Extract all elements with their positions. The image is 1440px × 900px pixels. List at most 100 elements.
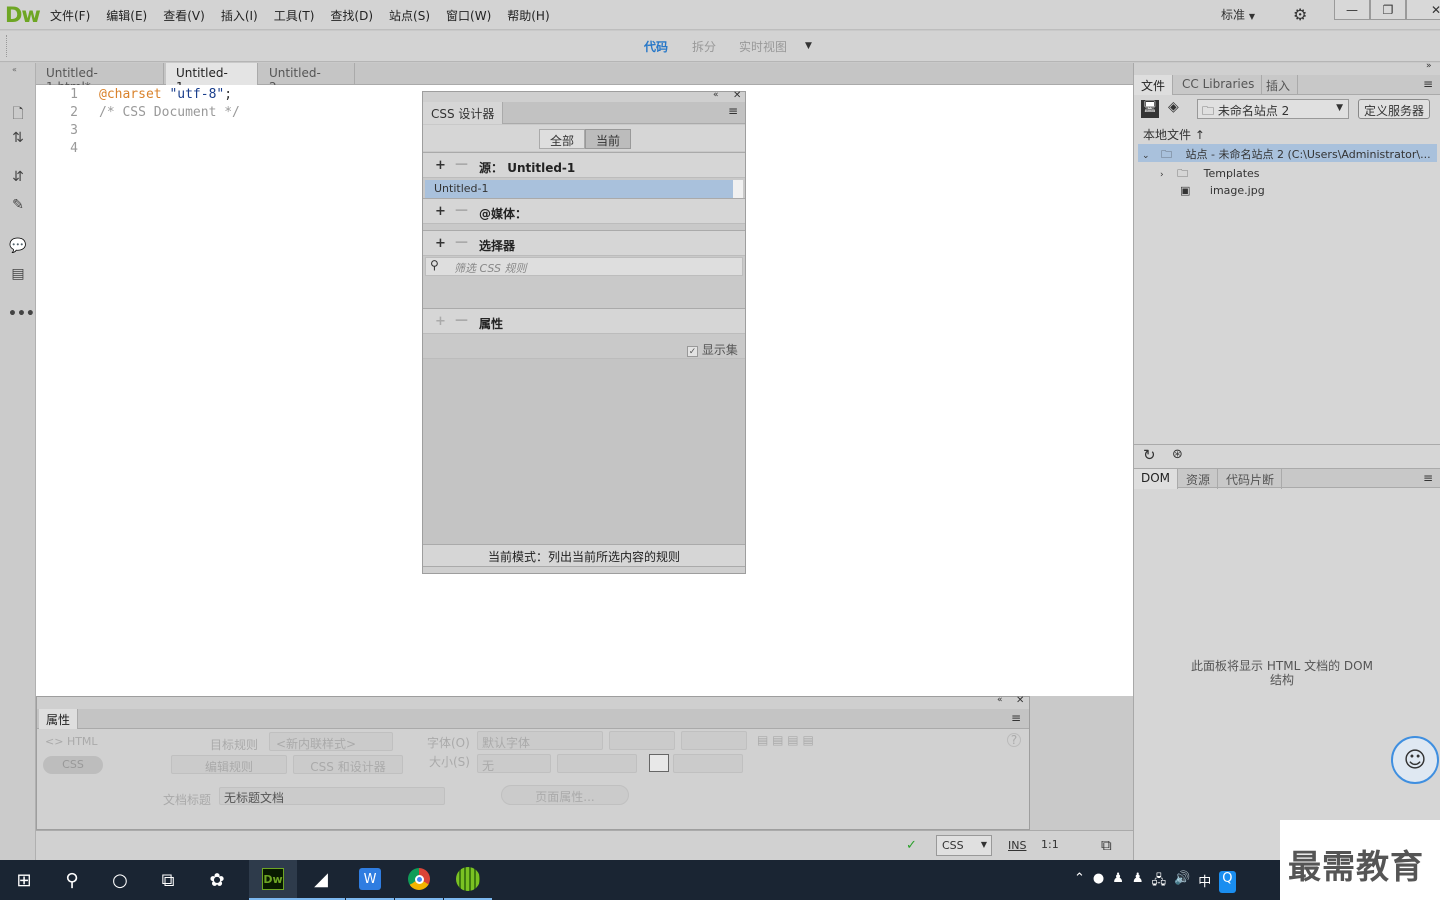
tab-snippets[interactable]: 代码片断 — [1219, 469, 1283, 489]
restore-icon[interactable]: ❐ — [1370, 0, 1406, 20]
close-icon[interactable]: ✕ — [733, 90, 741, 101]
network-icon[interactable]: 🖧 — [1152, 871, 1167, 893]
panel-menu-icon[interactable]: ≡ — [1423, 471, 1433, 485]
font-style-select[interactable] — [609, 731, 675, 750]
collapse-arrows-icon[interactable]: « — [12, 65, 17, 74]
remove-media-button[interactable]: — — [455, 203, 468, 218]
doc-tab-untitled-1-html[interactable]: Untitled-1.html*× — [36, 63, 164, 94]
remove-comment-icon[interactable]: ▤ — [8, 266, 28, 286]
add-media-button[interactable]: + — [435, 204, 446, 219]
format-code-icon[interactable]: ⇵ — [8, 169, 28, 189]
wechat-icon[interactable]: ● — [1093, 871, 1104, 893]
cortana-icon[interactable]: ○ — [96, 860, 144, 900]
language-select[interactable]: CSS ▼ — [936, 835, 992, 856]
menu-view[interactable]: 查看(V) — [155, 7, 213, 24]
chevron-down-icon[interactable]: ▼ — [805, 41, 812, 51]
search-icon[interactable]: ⚲ — [48, 860, 96, 900]
apply-comment-icon[interactable]: ✎ — [8, 197, 28, 217]
comment-icon[interactable]: 💬 — [8, 238, 28, 258]
expand-panel-icon[interactable]: ⊛ — [1172, 447, 1183, 462]
tab-insert[interactable]: 插入 — [1259, 75, 1299, 95]
add-property-button[interactable]: + — [435, 314, 446, 329]
collapse-arrows-icon[interactable]: « — [713, 90, 719, 100]
connect-icon[interactable]: 🖥 — [1141, 100, 1159, 118]
chrome-icon[interactable] — [395, 860, 443, 900]
tab-files[interactable]: 文件 — [1134, 75, 1174, 95]
refresh-icon[interactable]: ↻ — [1143, 446, 1156, 464]
view-split-button[interactable]: 拆分 — [692, 38, 716, 55]
watermelon-app-icon[interactable] — [444, 860, 492, 900]
size-select[interactable]: 无 — [477, 754, 551, 773]
collapse-arrows-icon[interactable]: « — [997, 695, 1003, 705]
remove-property-button[interactable]: — — [455, 313, 468, 328]
git-icon[interactable]: ◈ — [1168, 99, 1179, 115]
panel-menu-icon[interactable]: ≡ — [1423, 77, 1433, 91]
source-list-item[interactable]: Untitled-1 — [425, 180, 733, 198]
show-set-checkbox[interactable]: ✓ 显示集 — [687, 341, 738, 358]
scrollbar[interactable] — [733, 180, 743, 198]
show-current-button[interactable]: 当前 — [585, 129, 631, 149]
filter-rules-input[interactable]: ⚲ 筛选 CSS 规则 — [425, 257, 743, 276]
pinwheel-app-icon[interactable]: ✿ — [193, 860, 241, 900]
color-picker[interactable] — [649, 754, 669, 772]
css-mode-button[interactable]: CSS — [43, 756, 103, 774]
remove-source-button[interactable]: — — [455, 157, 468, 172]
tab-cc-libraries[interactable]: CC Libraries — [1175, 75, 1263, 95]
minimize-icon[interactable]: — — [1334, 0, 1370, 20]
edit-rule-button[interactable]: 编辑规则 — [171, 755, 287, 774]
task-view-icon[interactable]: ⧉ — [144, 860, 192, 900]
file-tree-item[interactable]: ▣ image.jpg — [1180, 184, 1265, 197]
qq-icon[interactable]: ♟ — [1112, 871, 1124, 893]
dreamweaver-taskbar-icon[interactable]: Dw — [249, 860, 297, 900]
menu-tools[interactable]: 工具(T) — [266, 7, 323, 24]
view-code-button[interactable]: 代码 — [644, 38, 668, 55]
panel-menu-icon[interactable]: ≡ — [728, 104, 738, 118]
file-tree-root[interactable]: ⌄ 🗀 站点 - 未命名站点 2 (C:\Users\Administrator… — [1138, 144, 1437, 162]
qq-browser-icon[interactable]: Q — [1219, 871, 1236, 893]
menu-find[interactable]: 查找(D) — [322, 7, 381, 24]
menu-window[interactable]: 窗口(W) — [438, 7, 499, 24]
notes-app-icon[interactable]: ◢ — [297, 860, 345, 900]
panel-menu-icon[interactable]: ≡ — [1011, 711, 1021, 725]
show-all-button[interactable]: 全部 — [539, 129, 585, 149]
file-transfer-icon[interactable]: ⇅ — [8, 130, 28, 150]
remove-selector-button[interactable]: — — [455, 235, 468, 250]
ime-indicator[interactable]: 中 — [1198, 871, 1211, 893]
file-tree-item[interactable]: › 🗀 Templates — [1160, 165, 1260, 184]
menu-edit[interactable]: 编辑(E) — [98, 7, 155, 24]
menu-insert[interactable]: 插入(I) — [213, 7, 266, 24]
live-preview-icon[interactable]: ⧉ — [1101, 836, 1112, 854]
local-files-header[interactable]: 本地文件 ↑ — [1143, 126, 1205, 143]
more-icon[interactable]: ••• — [8, 306, 35, 326]
size-unit-select[interactable] — [557, 754, 637, 773]
tab-dom[interactable]: DOM — [1134, 469, 1179, 489]
qq-icon[interactable]: ♟ — [1132, 871, 1144, 893]
wps-app-icon[interactable]: W — [346, 860, 394, 900]
menu-site[interactable]: 站点(S) — [381, 7, 438, 24]
doc-title-input[interactable]: 无标题文档 — [219, 787, 445, 805]
sync-settings-icon[interactable]: ⚙ — [1293, 5, 1307, 24]
define-server-button[interactable]: 定义服务器 — [1358, 99, 1430, 119]
doc-tab-untitled-1[interactable]: Untitled-1× — [166, 63, 258, 94]
menu-file[interactable]: 文件(F) — [42, 7, 98, 24]
menu-help[interactable]: 帮助(H) — [499, 7, 557, 24]
open-documents-icon[interactable]: 🗋 — [8, 103, 28, 123]
collapse-arrows-icon[interactable]: » — [1426, 61, 1432, 71]
insert-mode[interactable]: INS — [1008, 839, 1026, 852]
css-designer-button[interactable]: CSS 和设计器 — [293, 755, 403, 774]
font-weight-select[interactable] — [681, 731, 747, 750]
help-icon[interactable]: ? — [1007, 733, 1021, 747]
add-selector-button[interactable]: + — [435, 236, 446, 251]
chevron-up-icon[interactable]: ⌃ — [1074, 871, 1085, 893]
html-mode-button[interactable]: <> HTML — [45, 735, 98, 748]
font-select[interactable]: 默认字体 — [477, 731, 603, 750]
layout-mode-dropdown[interactable]: 标准 ▼ — [1221, 6, 1255, 23]
volume-icon[interactable]: 🔊 — [1174, 871, 1190, 893]
add-source-button[interactable]: + — [435, 158, 446, 173]
resize-grip[interactable] — [423, 566, 745, 573]
tab-assets[interactable]: 资源 — [1179, 469, 1219, 489]
site-select[interactable]: 🗀 未命名站点 2 ▼ — [1197, 99, 1349, 119]
page-properties-button[interactable]: 页面属性... — [501, 785, 629, 805]
close-icon[interactable]: ✕ — [1016, 695, 1024, 706]
view-live-button[interactable]: 实时视图 — [739, 38, 787, 55]
